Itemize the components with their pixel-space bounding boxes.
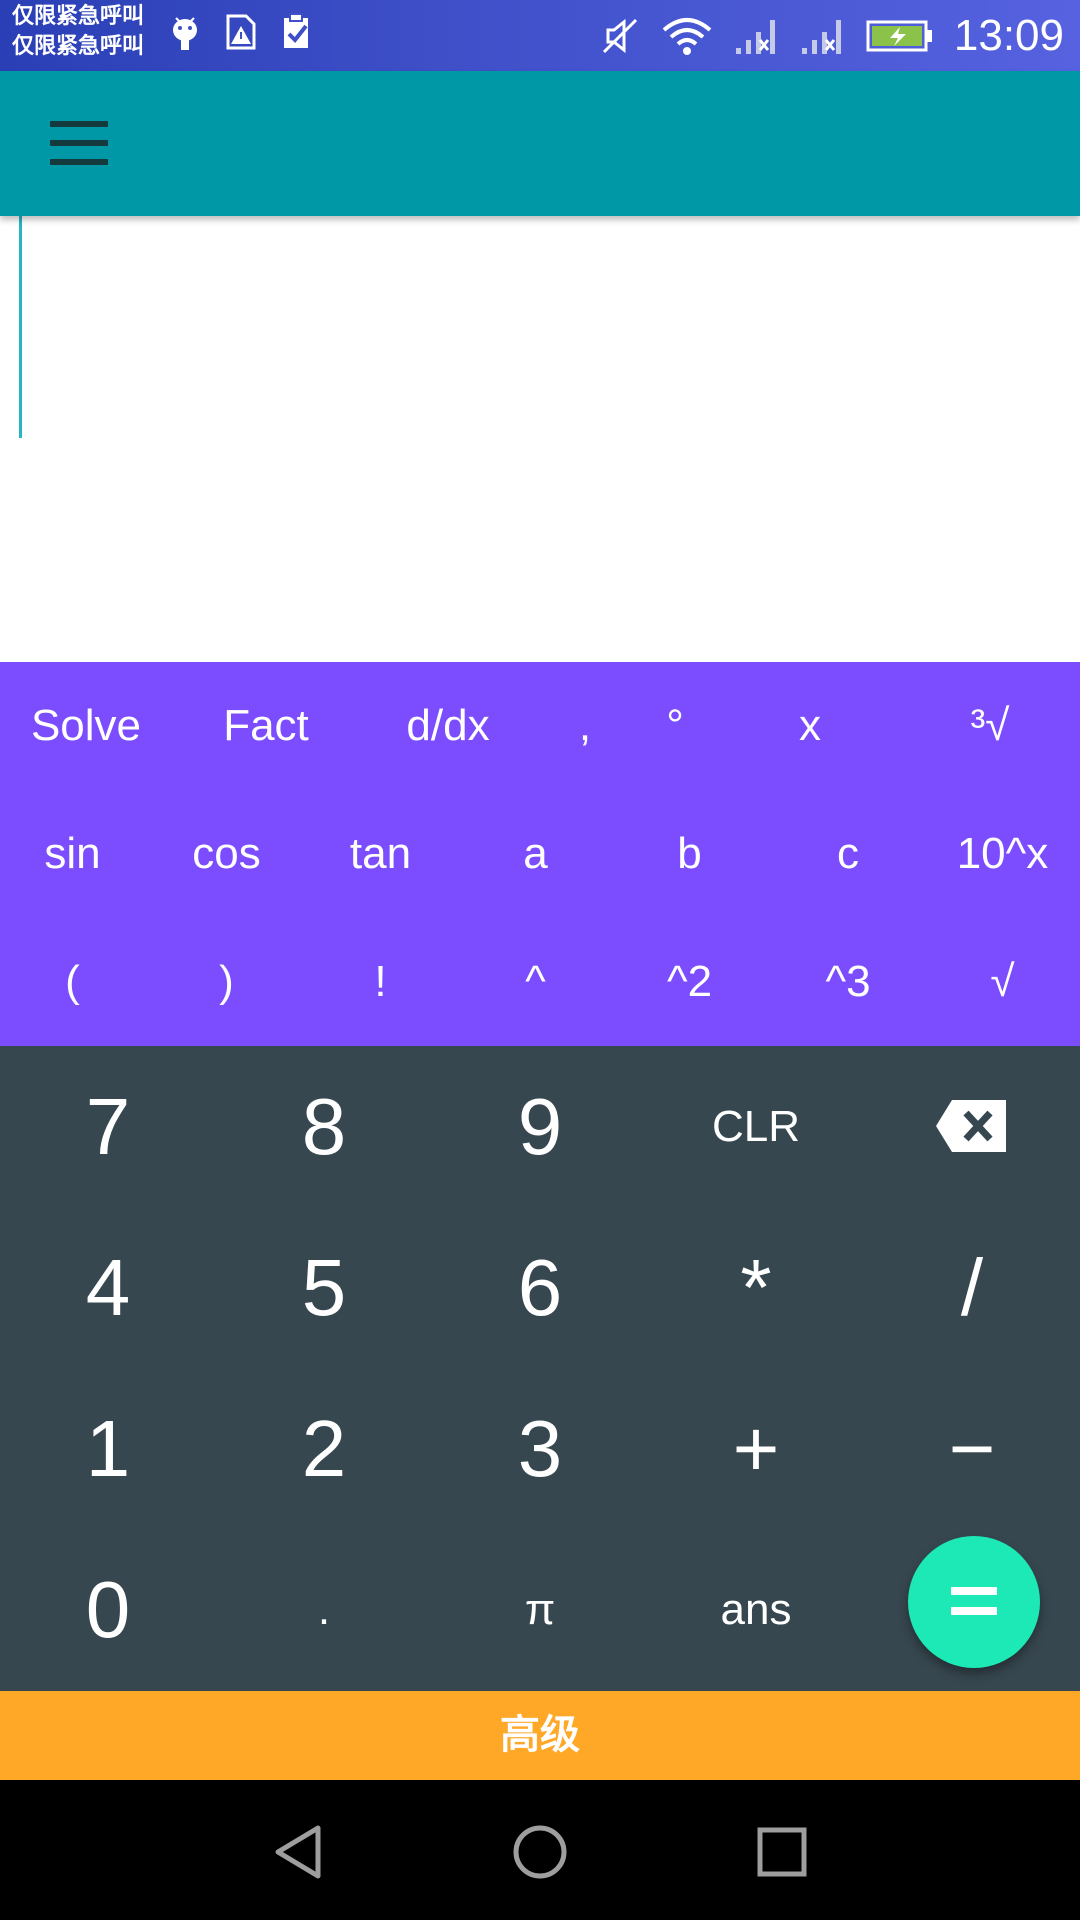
multiply-button[interactable]: * — [648, 1207, 864, 1368]
recents-icon[interactable] — [752, 1822, 812, 1882]
sin-button[interactable]: sin — [0, 790, 145, 918]
c-variable-button[interactable]: c — [771, 790, 925, 918]
pi-button[interactable]: π — [432, 1529, 648, 1690]
digit-4-button[interactable]: 4 — [0, 1207, 216, 1368]
digit-1-button[interactable]: 1 — [0, 1368, 216, 1529]
system-icons: 13:09 — [600, 8, 1064, 64]
digit-5-button[interactable]: 5 — [216, 1207, 432, 1368]
open-paren-button[interactable]: ( — [0, 918, 145, 1046]
power-button[interactable]: ^ — [463, 918, 608, 1046]
digit-8-button[interactable]: 8 — [216, 1046, 432, 1207]
advanced-row-3: ( ) ! ^ ^2 ^3 √ — [0, 918, 1080, 1046]
fact-button[interactable]: Fact — [176, 662, 356, 790]
digit-2-button[interactable]: 2 — [216, 1368, 432, 1529]
clear-button[interactable]: CLR — [648, 1046, 864, 1207]
digit-7-button[interactable]: 7 — [0, 1046, 216, 1207]
battery-charging-icon — [866, 20, 932, 52]
advanced-function-panel: Solve Fact d/dx , ° x ³√ sin cos tan a b… — [0, 662, 1080, 1046]
derivative-button[interactable]: d/dx — [360, 662, 536, 790]
cube-root-button[interactable]: ³√ — [900, 662, 1080, 790]
divide-button[interactable]: / — [864, 1207, 1080, 1368]
factorial-button[interactable]: ! — [308, 918, 453, 1046]
status-bar: 仅限紧急呼叫 仅限紧急呼叫 13:09 — [0, 0, 1080, 71]
carrier-line-2: 仅限紧急呼叫 — [12, 34, 145, 59]
ans-button[interactable]: ans — [648, 1529, 864, 1690]
signal-x-icon — [801, 20, 841, 54]
tan-button[interactable]: tan — [308, 790, 453, 918]
mute-icon — [602, 18, 637, 54]
degree-button[interactable]: ° — [630, 662, 720, 790]
advanced-row-1: Solve Fact d/dx , ° x ³√ — [0, 662, 1080, 790]
backspace-button[interactable] — [864, 1046, 1080, 1207]
carrier-text: 仅限紧急呼叫 仅限紧急呼叫 — [12, 2, 162, 62]
digit-6-button[interactable]: 6 — [432, 1207, 648, 1368]
b-variable-button[interactable]: b — [617, 790, 762, 918]
square-button[interactable]: ^2 — [617, 918, 762, 1046]
comma-button[interactable]: , — [540, 662, 630, 790]
clock: 13:09 — [953, 11, 1064, 60]
minus-button[interactable]: − — [864, 1368, 1080, 1529]
cos-button[interactable]: cos — [154, 790, 299, 918]
advanced-toggle-button[interactable]: 高级 — [0, 1691, 1080, 1780]
carrier-line-1: 仅限紧急呼叫 — [12, 4, 145, 29]
wifi-icon — [662, 18, 712, 55]
digit-3-button[interactable]: 3 — [432, 1368, 648, 1529]
navigation-bar — [0, 1780, 1080, 1920]
equals-button[interactable] — [908, 1536, 1040, 1668]
back-icon[interactable] — [268, 1822, 328, 1882]
expression-display[interactable] — [0, 216, 1080, 662]
plus-button[interactable]: + — [648, 1368, 864, 1529]
cube-button[interactable]: ^3 — [771, 918, 925, 1046]
solve-button[interactable]: Solve — [0, 662, 172, 790]
digit-9-button[interactable]: 9 — [432, 1046, 648, 1207]
advanced-row-2: sin cos tan a b c 10^x — [0, 790, 1080, 918]
clipboard-check-icon — [284, 13, 308, 48]
home-icon[interactable] — [510, 1822, 570, 1882]
menu-icon[interactable] — [50, 121, 108, 165]
signal-x-icon — [735, 20, 775, 54]
digit-0-button[interactable]: 0 — [0, 1529, 216, 1690]
notification-icons — [170, 12, 314, 52]
close-paren-button[interactable]: ) — [154, 918, 299, 1046]
text-cursor — [19, 216, 22, 438]
android-icon — [173, 17, 197, 50]
a-variable-button[interactable]: a — [463, 790, 608, 918]
app-bar — [0, 71, 1080, 216]
decimal-point-button[interactable]: . — [216, 1529, 432, 1690]
x-variable-button[interactable]: x — [720, 662, 900, 790]
sim-warning-icon — [226, 14, 256, 50]
ten-power-x-button[interactable]: 10^x — [925, 790, 1080, 918]
sqrt-button[interactable]: √ — [925, 918, 1080, 1046]
backspace-icon — [936, 1100, 1006, 1152]
